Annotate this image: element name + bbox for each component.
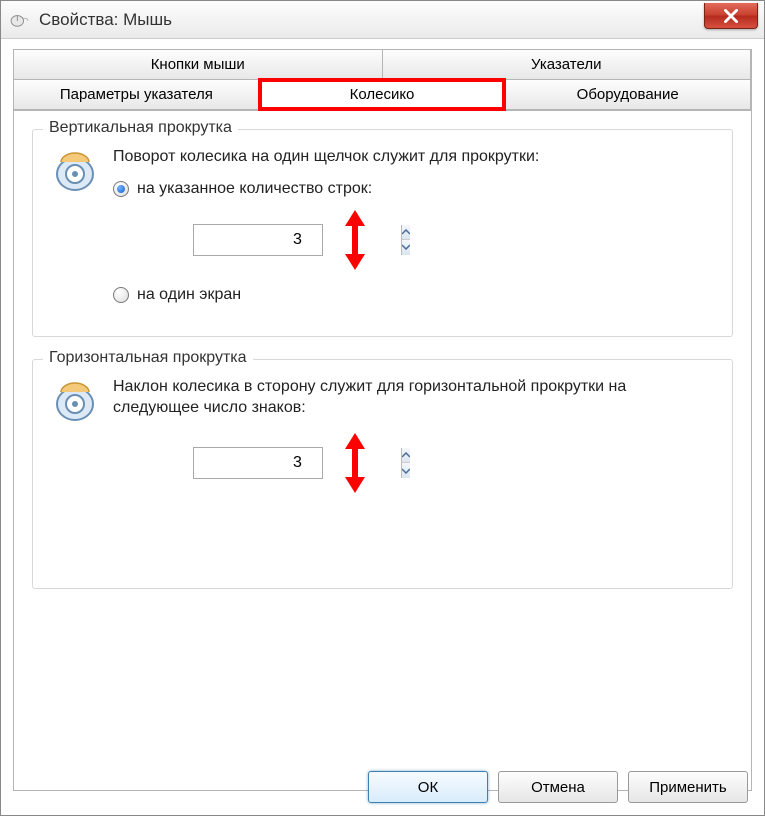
tab-buttons[interactable]: Кнопки мыши <box>13 49 383 80</box>
radio-lines-row[interactable]: на указанное количество строк: <box>113 180 714 198</box>
ok-button[interactable]: ОК <box>368 771 488 803</box>
lines-spin-down[interactable] <box>402 240 410 255</box>
wheel-vertical-icon <box>51 146 99 194</box>
tab-wheel[interactable]: Колесико <box>259 79 506 110</box>
chevron-up-icon <box>402 452 410 458</box>
mouse-icon <box>9 12 31 28</box>
mouse-properties-window: Свойства: Мышь Кнопки мыши Указатели Пар… <box>0 0 765 816</box>
lines-spinner[interactable] <box>193 224 323 256</box>
red-updown-arrows-icon <box>341 208 369 272</box>
radio-screen[interactable] <box>113 287 129 303</box>
tab-pointer-options[interactable]: Параметры указателя <box>13 79 260 110</box>
chars-input[interactable] <box>194 448 401 478</box>
tab-strip: Кнопки мыши Указатели Параметры указател… <box>13 49 752 111</box>
cancel-button[interactable]: Отмена <box>498 771 618 803</box>
lines-input[interactable] <box>194 225 401 255</box>
wheel-horizontal-icon <box>51 376 99 424</box>
chevron-down-icon <box>402 244 410 250</box>
window-title: Свойства: Мышь <box>39 10 172 30</box>
dialog-buttons: ОК Отмена Применить <box>368 771 748 803</box>
red-updown-arrows-icon <box>341 431 369 495</box>
horizontal-scroll-title: Горизонтальная прокрутка <box>43 349 253 367</box>
tab-hardware[interactable]: Оборудование <box>504 79 751 110</box>
vertical-scroll-text: Поворот колесика на один щелчок служит д… <box>113 146 714 168</box>
chars-spin-up[interactable] <box>402 448 410 464</box>
vertical-scroll-title: Вертикальная прокрутка <box>43 119 238 137</box>
close-button[interactable] <box>704 3 758 29</box>
content-area: Кнопки мыши Указатели Параметры указател… <box>1 39 764 803</box>
chevron-up-icon <box>402 229 410 235</box>
chars-spinner[interactable] <box>193 447 323 479</box>
tab-panel-wheel: Вертикальная прокрутка Поворот колесика … <box>13 111 752 791</box>
vertical-scroll-group: Вертикальная прокрутка Поворот колесика … <box>32 129 733 337</box>
titlebar: Свойства: Мышь <box>1 1 764 39</box>
horizontal-scroll-group: Горизонтальная прокрутка Наклон колесика… <box>32 359 733 589</box>
tab-pointers[interactable]: Указатели <box>382 49 752 80</box>
radio-screen-label: на один экран <box>137 286 241 304</box>
chevron-down-icon <box>402 468 410 474</box>
horizontal-scroll-text: Наклон колесика в сторону служит для гор… <box>113 376 714 419</box>
radio-screen-row[interactable]: на один экран <box>113 286 714 304</box>
chars-spin-down[interactable] <box>402 463 410 478</box>
close-icon <box>724 9 738 23</box>
radio-lines-label: на указанное количество строк: <box>137 180 372 198</box>
lines-spin-up[interactable] <box>402 225 410 241</box>
apply-button[interactable]: Применить <box>628 771 748 803</box>
radio-lines[interactable] <box>113 181 129 197</box>
